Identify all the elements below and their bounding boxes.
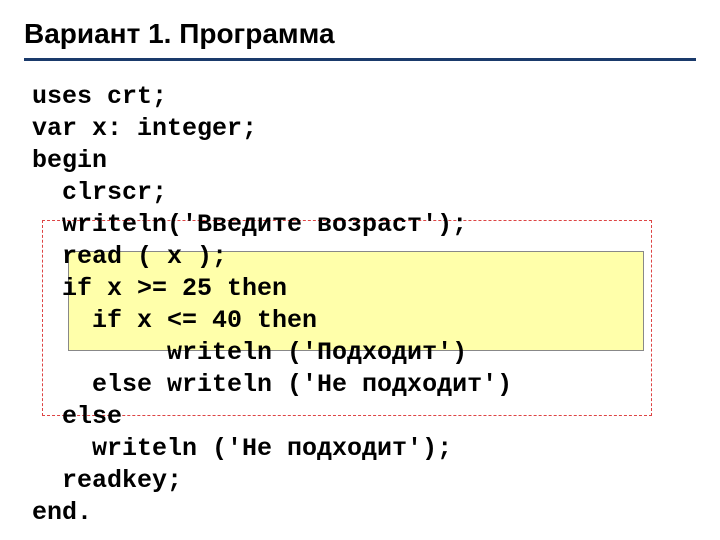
code-line: clrscr;	[32, 178, 167, 207]
pascal-code-block: uses crt; var x: integer; begin clrscr; …	[24, 79, 696, 531]
code-line: end.	[32, 498, 92, 527]
code-line: writeln('Введите возраст');	[32, 210, 467, 239]
code-line: var x: integer;	[32, 114, 257, 143]
code-line: if x <= 40 then	[32, 306, 317, 335]
slide-title: Вариант 1. Программа	[24, 18, 696, 61]
code-line: else writeln ('Не подходит')	[32, 370, 512, 399]
code-line: else	[32, 402, 122, 431]
code-line: if x >= 25 then	[32, 274, 287, 303]
code-line: read ( x );	[32, 242, 227, 271]
code-line: readkey;	[32, 466, 182, 495]
code-line: writeln ('Не подходит');	[32, 434, 452, 463]
code-line: writeln ('Подходит')	[32, 338, 467, 367]
code-line: uses crt;	[32, 82, 167, 111]
code-line: begin	[32, 146, 107, 175]
